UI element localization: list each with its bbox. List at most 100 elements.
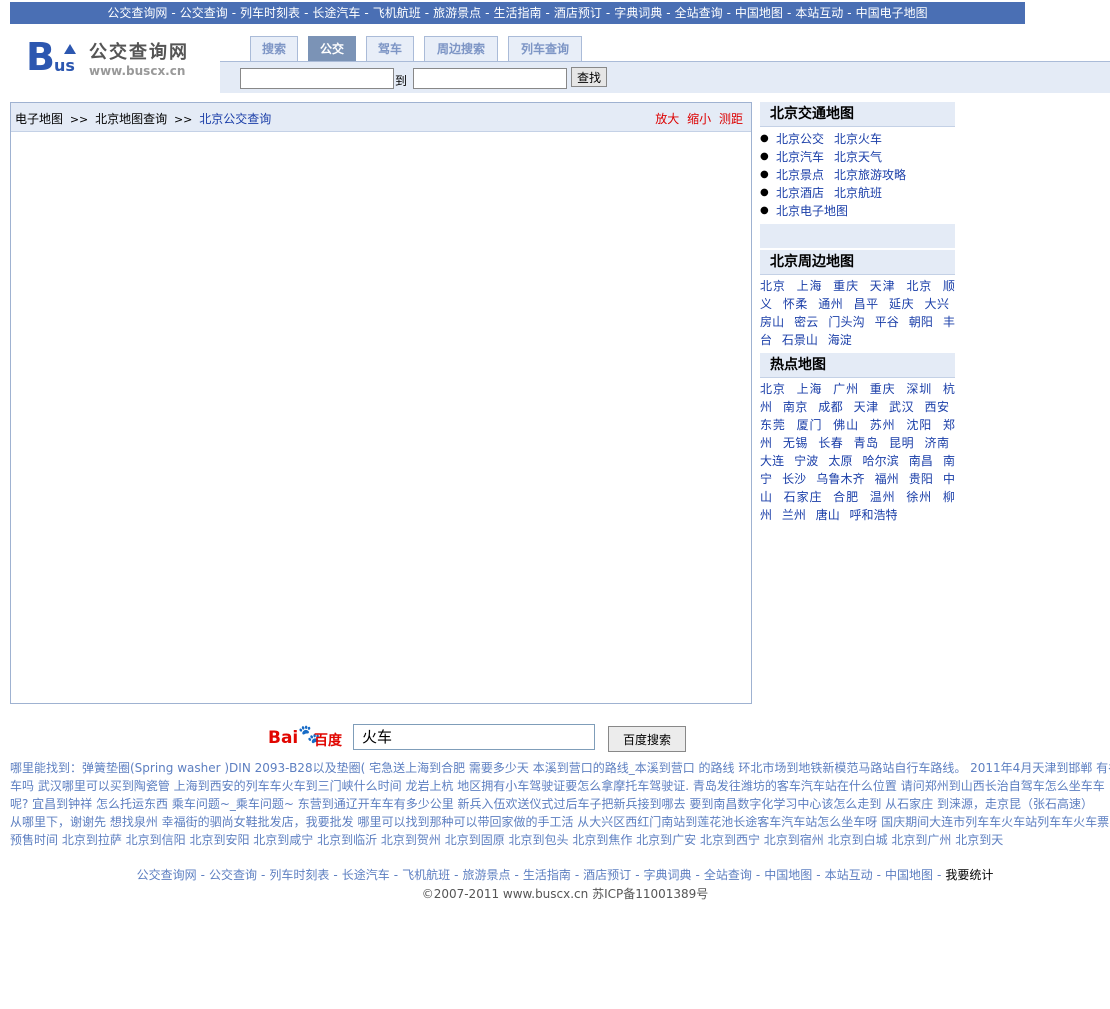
traffic-map-link[interactable]: 北京航班 [834,186,882,200]
keyword-row[interactable]: 哪里能找到：弹簧垫圈(Spring washer )DIN 2093-B28以及… [10,759,1110,777]
tab-nearby-search[interactable]: 周边搜索 [424,36,498,61]
city-link[interactable]: 西安 [924,400,949,414]
top-nav-link[interactable]: 公交查询 [180,6,228,20]
city-link[interactable]: 重庆 [833,279,859,293]
city-link[interactable]: 怀柔 [783,297,808,311]
top-nav-link[interactable]: 飞机航班 [373,6,421,20]
city-link[interactable]: 温州 [870,490,896,504]
top-nav-link[interactable]: 列车时刻表 [240,6,300,20]
from-station-input[interactable] [240,68,394,89]
city-link[interactable]: 徐州 [906,490,932,504]
keyword-row[interactable]: 呢? 宜昌到钟祥 怎么托运东西 乘车问题~_乘车问题~ 东营到通辽开车车有多少公… [10,795,1110,813]
city-link[interactable]: 石家庄 [784,490,823,504]
top-nav-link[interactable]: 本站互动 [795,6,843,20]
city-link[interactable]: 密云 [794,315,818,329]
footer-nav-link[interactable]: 公交查询网 [137,868,197,882]
city-link[interactable]: 沈阳 [906,418,932,432]
baidu-search-button[interactable]: 百度搜索 [608,726,686,752]
city-link[interactable]: 昌平 [854,297,879,311]
city-link[interactable]: 朝阳 [909,315,933,329]
zoom-in-button[interactable]: 放大 [655,112,679,126]
top-nav-link[interactable]: 酒店预订 [554,6,602,20]
top-nav-link[interactable]: 中国地图 [735,6,783,20]
city-link[interactable]: 南昌 [909,454,933,468]
top-nav-link[interactable]: 旅游景点 [433,6,481,20]
city-link[interactable]: 武汉 [889,400,914,414]
city-link[interactable]: 北京 [760,382,786,396]
keyword-row[interactable]: 车吗 武汉哪里可以买到陶瓷管 上海到西安的列车车火车到三门峡什么时间 龙岩上杭 … [10,777,1110,795]
city-link[interactable]: 房山 [760,315,784,329]
city-link[interactable]: 广州 [833,382,859,396]
city-link[interactable]: 重庆 [870,382,896,396]
tab-drive[interactable]: 驾车 [366,36,414,61]
city-link[interactable]: 长春 [818,436,843,450]
footer-nav-link[interactable]: 生活指南 [523,868,571,882]
footer-nav-link[interactable]: 中国地图 [885,868,933,882]
zoom-out-button[interactable]: 缩小 [687,112,711,126]
tab-bus[interactable]: 公交 [308,36,356,61]
city-link[interactable]: 无锡 [783,436,808,450]
breadcrumb-beijing-bus-query[interactable]: 北京公交查询 [199,112,271,126]
breadcrumb-beijing-map-query[interactable]: 北京地图查询 [95,112,167,126]
city-link[interactable]: 上海 [797,382,823,396]
top-nav-link[interactable]: 字典词典 [614,6,662,20]
map-panel[interactable]: 电子地图 >> 北京地图查询 >> 北京公交查询 放大 缩小 测距 [10,102,752,704]
city-link[interactable]: 贵阳 [909,472,933,486]
traffic-map-link[interactable]: 北京酒店 [776,186,824,200]
footer-nav-link[interactable]: 飞机航班 [402,868,450,882]
traffic-map-link[interactable]: 北京景点 [776,168,824,182]
city-link[interactable]: 哈尔滨 [863,454,899,468]
city-link[interactable]: 石景山 [782,333,818,347]
traffic-map-link[interactable]: 北京汽车 [776,150,824,164]
city-link[interactable]: 乌鲁木齐 [816,472,864,486]
footer-nav-link[interactable]: 酒店预订 [583,868,631,882]
city-link[interactable]: 福州 [875,472,899,486]
city-link[interactable]: 济南 [924,436,949,450]
statistics-link[interactable]: 我要统计 [945,868,993,882]
city-link[interactable]: 青岛 [854,436,879,450]
footer-nav-link[interactable]: 公交查询 [209,868,257,882]
footer-nav-link[interactable]: 长途汽车 [342,868,390,882]
city-link[interactable]: 上海 [797,279,823,293]
city-link[interactable]: 深圳 [906,382,932,396]
city-link[interactable]: 宁波 [794,454,818,468]
city-link[interactable]: 平谷 [875,315,899,329]
city-link[interactable]: 唐山 [816,508,840,522]
city-link[interactable]: 延庆 [889,297,914,311]
city-link[interactable]: 大兴 [924,297,949,311]
top-nav-link[interactable]: 全站查询 [675,6,723,20]
traffic-map-link[interactable]: 北京电子地图 [776,204,848,218]
footer-nav-link[interactable]: 本站互动 [825,868,873,882]
city-link[interactable]: 门头沟 [828,315,864,329]
top-nav-link[interactable]: 中国电子地图 [856,6,928,20]
city-link[interactable]: 佛山 [833,418,859,432]
city-link[interactable]: 大连 [760,454,784,468]
measure-distance-button[interactable]: 测距 [719,112,743,126]
to-station-input[interactable] [413,68,567,89]
city-link[interactable]: 合肥 [833,490,859,504]
city-link[interactable]: 天津 [870,279,896,293]
city-link[interactable]: 太原 [828,454,852,468]
city-link[interactable]: 成都 [818,400,843,414]
footer-nav-link[interactable]: 旅游景点 [462,868,510,882]
keyword-row[interactable]: 从哪里下，谢谢先 想找泉州 幸福街的驷尚女鞋批发店，我要批发 哪里可以找到那种可… [10,813,1110,831]
breadcrumb-electronic-map[interactable]: 电子地图 [15,112,63,126]
traffic-map-link[interactable]: 北京火车 [834,132,882,146]
keyword-row[interactable]: 预售时间 北京到拉萨 北京到信阳 北京到安阳 北京到咸宁 北京到临沂 北京到贺州… [10,831,1110,849]
traffic-map-link[interactable]: 北京旅游攻略 [834,168,906,182]
city-link[interactable]: 天津 [854,400,879,414]
traffic-map-link[interactable]: 北京公交 [776,132,824,146]
city-link[interactable]: 呼和浩特 [850,508,898,522]
city-link[interactable]: 昆明 [889,436,914,450]
find-button[interactable]: 查找 [571,67,607,87]
traffic-map-link[interactable]: 北京天气 [834,150,882,164]
footer-nav-link[interactable]: 列车时刻表 [269,868,329,882]
top-nav-link[interactable]: 公交查询网 [107,6,167,20]
top-nav-link[interactable]: 长途汽车 [312,6,360,20]
tab-search[interactable]: 搜索 [250,36,298,61]
city-link[interactable]: 兰州 [782,508,806,522]
city-link[interactable]: 通州 [818,297,843,311]
city-link[interactable]: 东莞 [760,418,786,432]
city-link[interactable]: 海淀 [828,333,852,347]
city-link[interactable]: 长沙 [782,472,806,486]
